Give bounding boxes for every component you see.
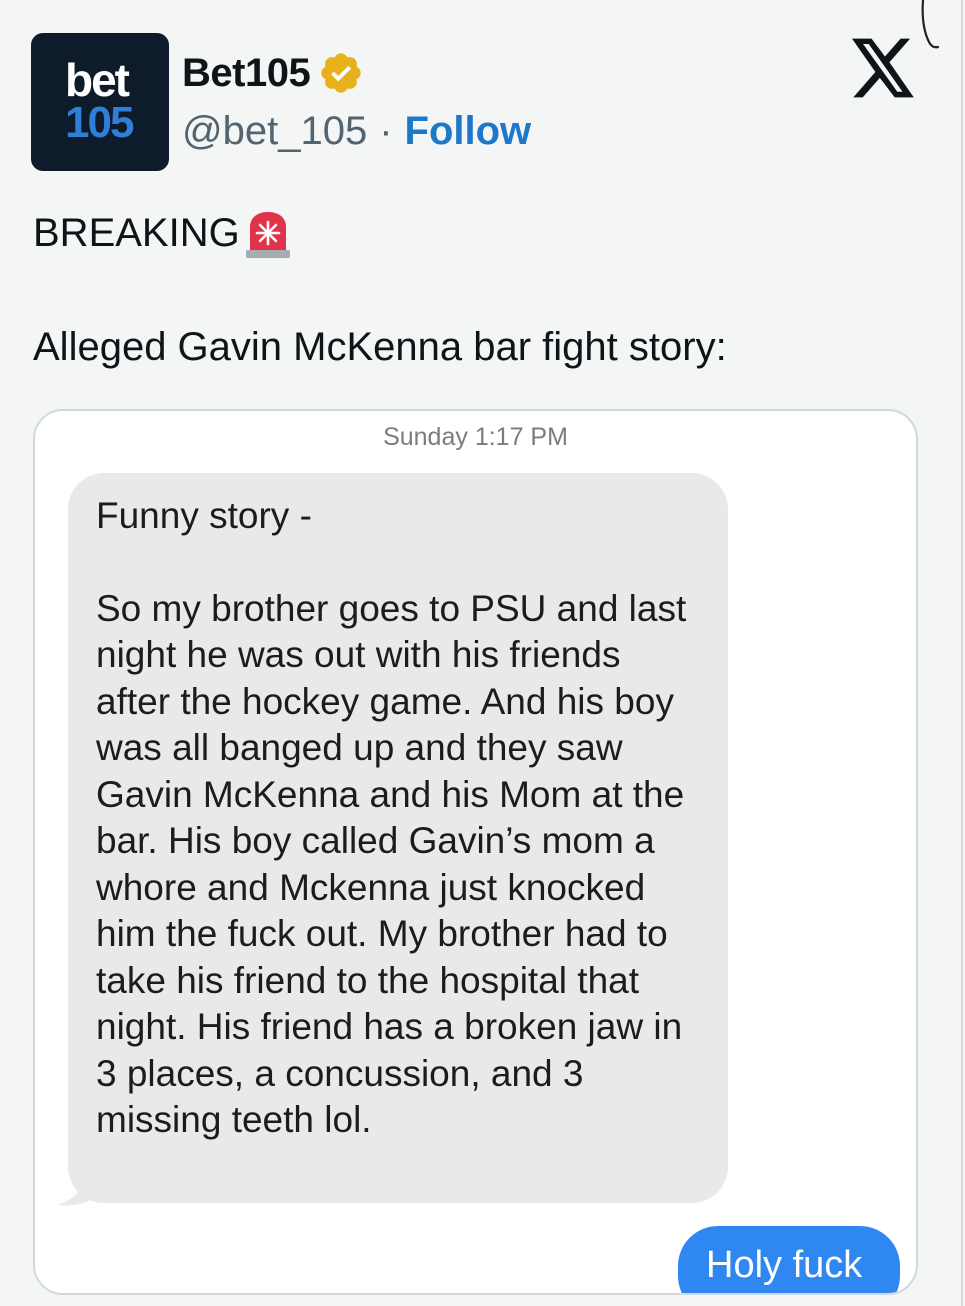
display-name[interactable]: Bet105 <box>182 51 311 96</box>
avatar[interactable]: bet 105 <box>31 33 169 171</box>
x-logo-icon[interactable] <box>852 38 916 98</box>
attached-image[interactable]: Sunday 1:17 PM Funny story - So my broth… <box>33 409 918 1295</box>
verified-badge-icon <box>321 53 361 93</box>
avatar-text-105: 105 <box>65 98 134 147</box>
pen-mark <box>921 0 940 49</box>
outgoing-message-text: Holy fuck <box>706 1244 863 1286</box>
follow-button[interactable]: Follow <box>405 109 532 154</box>
outgoing-message-bubble: Holy fuck <box>678 1226 900 1293</box>
breaking-text: BREAKING <box>33 211 240 255</box>
police-siren-icon <box>245 212 290 258</box>
author-handle-row: @bet_105 · Follow <box>182 106 531 156</box>
avatar-text-bet: bet <box>65 54 130 106</box>
tweet-text: BREAKING Alleged Gavin McKenna bar fight… <box>33 205 913 375</box>
message-opening: Funny story - <box>96 495 312 536</box>
separator-dot: · <box>379 108 393 153</box>
message-body: So my brother goes to PSU and last night… <box>96 587 687 1141</box>
handle[interactable]: @bet_105 <box>182 109 367 154</box>
tweet-body: Alleged Gavin McKenna bar fight story: <box>33 325 727 369</box>
tweet-headline: BREAKING <box>33 205 913 261</box>
tweet-card: bet 105 Bet105 @bet_105 · Follow BREAKIN… <box>0 0 963 1306</box>
author-name-row: Bet105 <box>182 48 364 98</box>
incoming-message-bubble: Funny story - So my brother goes to PSU … <box>68 473 728 1203</box>
message-timestamp: Sunday 1:17 PM <box>383 423 568 451</box>
